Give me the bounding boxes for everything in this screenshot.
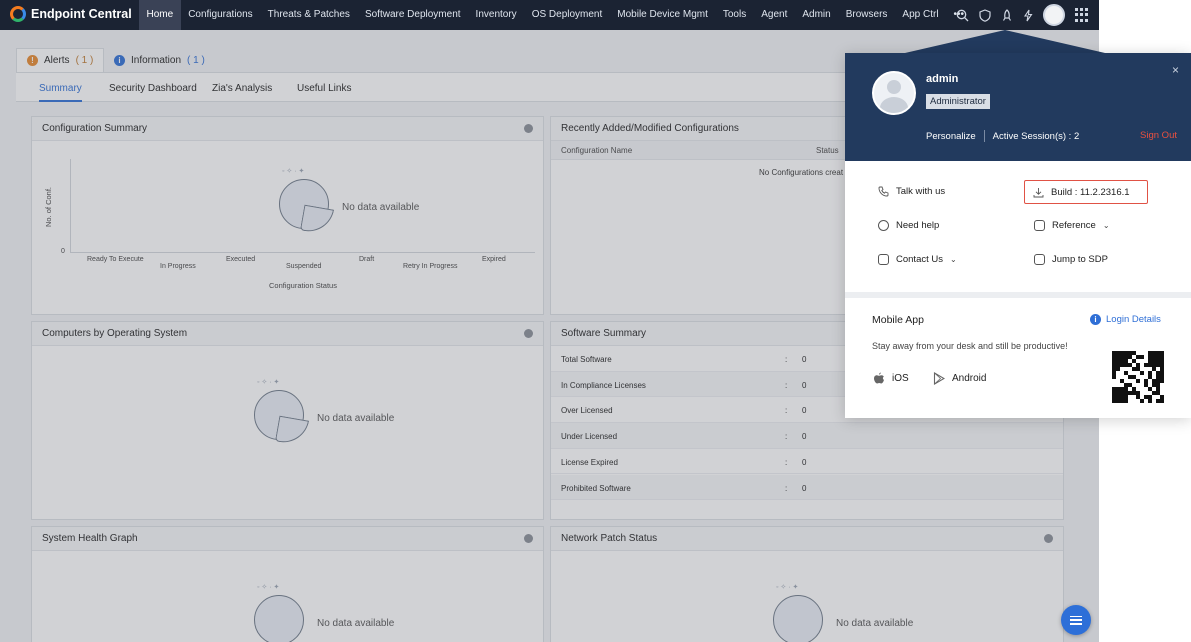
profile-popup: admin Administrator × Personalize Active… <box>845 53 1191 418</box>
top-navigation: Endpoint Central Home Configurations Thr… <box>0 0 1099 30</box>
talk-with-us-link[interactable]: Talk with us <box>878 186 945 197</box>
menu-lines-icon <box>1070 615 1082 625</box>
search-icon[interactable] <box>956 9 969 22</box>
brand-name: Endpoint Central <box>31 7 132 21</box>
active-sessions-link[interactable]: Active Session(s) : 2 <box>993 131 1080 142</box>
build-label: Build : 11.2.2316.1 <box>1051 186 1130 198</box>
jump-to-sdp-label: Jump to SDP <box>1052 254 1108 265</box>
profile-avatar <box>872 71 916 115</box>
chevron-down-icon: ⌄ <box>1102 221 1110 230</box>
apps-grid-icon[interactable] <box>1075 8 1089 22</box>
mobile-app-tagline: Stay away from your desk and still be pr… <box>872 341 1068 351</box>
android-label: Android <box>952 373 987 384</box>
contact-us-dropdown[interactable]: Contact Us ⌄ <box>878 254 957 265</box>
shield-icon[interactable] <box>979 8 991 22</box>
contact-us-label: Contact Us <box>896 254 943 265</box>
phone-icon <box>878 186 889 197</box>
jump-to-sdp-link[interactable]: Jump to SDP <box>1034 254 1108 265</box>
nav-admin[interactable]: Admin <box>795 0 838 30</box>
rocket-icon[interactable] <box>1001 8 1013 22</box>
qr-code <box>1112 351 1164 403</box>
nav-mobile-device-mgmt[interactable]: Mobile Device Mgmt <box>610 0 716 30</box>
nav-threats-patches[interactable]: Threats & Patches <box>260 0 357 30</box>
sdp-icon <box>1034 254 1045 265</box>
nav-agent[interactable]: Agent <box>754 0 795 30</box>
mobile-app-title: Mobile App <box>872 314 924 326</box>
nav-configurations[interactable]: Configurations <box>181 0 260 30</box>
nav-inventory[interactable]: Inventory <box>468 0 524 30</box>
need-help-link[interactable]: Need help <box>878 220 939 231</box>
document-icon <box>1034 220 1045 231</box>
profile-name: admin <box>926 73 959 85</box>
chat-fab-button[interactable] <box>1061 605 1091 635</box>
brand[interactable]: Endpoint Central <box>10 6 132 22</box>
apple-icon <box>874 372 884 384</box>
build-info-button[interactable]: Build : 11.2.2316.1 <box>1024 180 1148 204</box>
section-divider <box>845 292 1191 298</box>
profile-links: Personalize Active Session(s) : 2 <box>926 130 1079 142</box>
bolt-icon[interactable] <box>1023 9 1033 22</box>
role-badge: Administrator <box>926 94 990 109</box>
close-icon[interactable]: × <box>1172 63 1179 77</box>
reference-dropdown[interactable]: Reference ⌄ <box>1034 220 1110 231</box>
info-icon: i <box>1090 314 1101 325</box>
play-store-icon <box>933 372 945 385</box>
need-help-label: Need help <box>896 220 940 231</box>
active-sessions-count: 2 <box>1073 130 1080 142</box>
nav-tools[interactable]: Tools <box>715 0 753 30</box>
profile-header: admin Administrator × Personalize Active… <box>845 53 1191 161</box>
download-icon <box>1033 187 1044 197</box>
sign-out-link[interactable]: Sign Out <box>1140 130 1177 141</box>
personalize-link[interactable]: Personalize <box>926 131 976 142</box>
nav-icons <box>956 0 1089 30</box>
user-avatar[interactable] <box>1043 4 1065 26</box>
contact-icon <box>878 254 889 265</box>
nav-browsers[interactable]: Browsers <box>838 0 895 30</box>
chevron-down-icon: ⌄ <box>950 255 957 264</box>
nav-os-deployment[interactable]: OS Deployment <box>524 0 610 30</box>
talk-with-us-label: Talk with us <box>896 186 946 197</box>
divider <box>983 130 985 142</box>
main-menu: Home Configurations Threats & Patches So… <box>139 0 972 30</box>
login-details-label: Login Details <box>1106 314 1161 325</box>
ios-link[interactable]: iOS <box>873 372 909 385</box>
help-icon <box>878 220 889 231</box>
android-link[interactable]: Android <box>933 372 986 385</box>
login-details-link[interactable]: i Login Details <box>1090 314 1161 325</box>
ios-label: iOS <box>892 373 909 384</box>
nav-software-deployment[interactable]: Software Deployment <box>357 0 468 30</box>
brand-logo-icon <box>10 6 26 22</box>
active-sessions-label: Active Session(s) : <box>992 130 1072 142</box>
popup-pointer <box>905 30 1105 53</box>
nav-app-ctrl[interactable]: App Ctrl <box>895 0 946 30</box>
reference-label: Reference <box>1052 220 1096 231</box>
nav-home[interactable]: Home <box>139 0 181 30</box>
